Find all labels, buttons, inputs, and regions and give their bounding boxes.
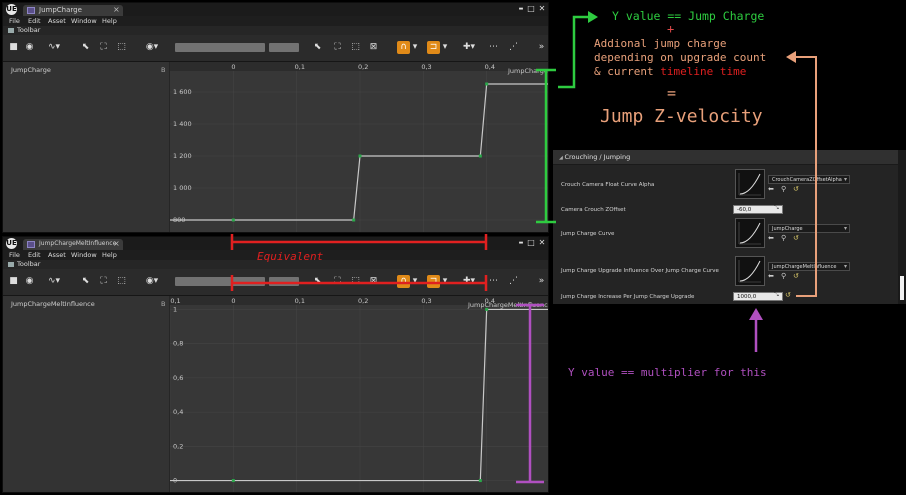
annotation-upgrade-count: depending on upgrade count xyxy=(594,51,767,64)
annotation-plus: + xyxy=(667,22,675,36)
green-arrow-head xyxy=(588,11,598,23)
annotation-equals: = xyxy=(667,84,677,102)
orange-arrow xyxy=(792,56,817,297)
annotation-overlay xyxy=(230,11,817,484)
annotation-equivalent: Equivalent xyxy=(257,250,324,263)
annotation-z-velocity: Jump Z-velocity xyxy=(600,106,763,127)
orange-arrow-head xyxy=(786,51,796,63)
purple-bracket xyxy=(516,303,758,484)
purple-arrow-head xyxy=(749,308,763,320)
green-bracket xyxy=(536,15,592,224)
annotation-current-time: & current timeline time xyxy=(594,65,747,78)
annotation-multiplier: Y value == multiplier for this xyxy=(568,366,767,379)
annotation-additional: Addional jump charge xyxy=(594,37,727,50)
annotation-jump-charge: Y value == Jump Charge xyxy=(612,9,765,23)
